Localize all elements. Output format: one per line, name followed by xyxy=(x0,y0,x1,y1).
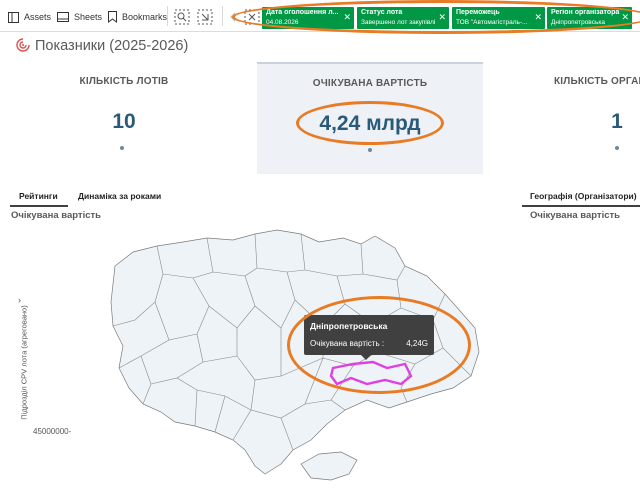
selection-value: Завершено лот закупівлі xyxy=(361,19,436,26)
sheets-button[interactable]: Sheets xyxy=(57,8,102,26)
back-arrow-icon[interactable] xyxy=(226,9,240,25)
tab-geography[interactable]: Географія (Організатори) xyxy=(530,191,637,201)
selection-chip-winner[interactable]: Переможець ТОВ "Автомагістраль-... ✕ xyxy=(452,7,545,29)
tooltip-value: 4,24G xyxy=(406,339,428,348)
selection-title: Статус лота xyxy=(361,9,403,16)
map-tooltip: Дніпропетровська Очікувана вартість : 4,… xyxy=(304,315,434,360)
chart-subtitle: Очікувана вартість xyxy=(530,210,620,221)
selection-chip-date[interactable]: Дата оголошення л... 04.08.2026 ✕ xyxy=(262,7,354,29)
smart-search-icon[interactable] xyxy=(174,9,190,25)
kpi-title: ОЧІКУВАНА ВАРТІСТЬ xyxy=(312,78,428,89)
tab-ratings[interactable]: Рейтинги xyxy=(19,191,58,201)
y-axis-title: Підрозділ CPV лота (агреговано) xyxy=(16,300,29,428)
kpi-title: КІЛЬКІСТЬ ОРГАНІ xyxy=(554,76,640,87)
sheets-icon xyxy=(57,12,69,22)
close-icon[interactable]: ✕ xyxy=(621,12,629,23)
selection-title: Дата оголошення л... xyxy=(266,9,339,16)
kpi-dot xyxy=(368,148,372,152)
toolbar-divider xyxy=(167,6,168,26)
ukraine-map[interactable] xyxy=(105,228,485,483)
bookmarks-label: Bookmarks xyxy=(122,12,168,22)
sheet-icon xyxy=(16,38,30,52)
clear-selections-icon[interactable] xyxy=(244,9,260,25)
y-axis-label: Підрозділ CPV лота (агреговано) xyxy=(19,305,29,420)
bookmark-icon xyxy=(108,11,117,23)
tab-active-indicator xyxy=(522,205,640,207)
tooltip-label: Очікувана вартість : xyxy=(310,339,385,348)
kpi-value: 4,24 млрд xyxy=(319,112,421,135)
toolbar: Assets Sheets Bookmarks Дата оголошення … xyxy=(0,0,640,32)
kpi-dot xyxy=(615,146,619,150)
assets-label: Assets xyxy=(24,12,52,22)
close-icon[interactable]: ✕ xyxy=(438,12,446,23)
tab-active-indicator xyxy=(10,205,68,207)
sheets-label: Sheets xyxy=(74,12,103,22)
selection-title: Регіон організатора xyxy=(551,9,620,16)
kpi-lots[interactable]: КІЛЬКІСТЬ ЛОТІВ 10 xyxy=(0,62,248,174)
close-icon[interactable]: ✕ xyxy=(534,12,542,23)
selection-value: Дніпропетровська xyxy=(551,19,605,26)
toolbar-divider xyxy=(222,6,223,26)
kpi-value: 1 xyxy=(611,110,623,133)
assets-icon xyxy=(8,11,19,23)
kpi-dot xyxy=(120,146,124,150)
selection-value: ТОВ "Автомагістраль-... xyxy=(456,19,528,26)
crimea-region xyxy=(300,451,358,481)
kpi-expected-value[interactable]: ОЧІКУВАНА ВАРТІСТЬ 4,24 млрд xyxy=(257,62,483,174)
kpi-organizers[interactable]: КІЛЬКІСТЬ ОРГАНІ 1 xyxy=(503,62,640,174)
sheet-title: Показники (2025-2026) xyxy=(35,38,189,54)
axis-tick-label: 45000000- xyxy=(33,427,72,436)
chart-subtitle: Очікувана вартість xyxy=(11,210,101,221)
close-icon[interactable]: ✕ xyxy=(343,12,351,23)
selection-chip-region[interactable]: Регіон організатора Дніпропетровська ✕ xyxy=(547,7,632,29)
selection-value: 04.08.2026 xyxy=(266,19,299,26)
tooltip-region: Дніпропетровська xyxy=(310,321,388,331)
selection-chip-status[interactable]: Статус лота Завершено лот закупівлі ✕ xyxy=(357,7,449,29)
assets-button[interactable]: Assets xyxy=(8,8,51,26)
tab-dynamics[interactable]: Динаміка за роками xyxy=(78,191,161,201)
bookmarks-button[interactable]: Bookmarks xyxy=(108,8,167,26)
selection-title: Переможець xyxy=(456,9,500,16)
kpi-value: 10 xyxy=(112,110,136,133)
kpi-title: КІЛЬКІСТЬ ЛОТІВ xyxy=(79,76,169,87)
selection-tool-icon[interactable] xyxy=(197,9,213,25)
